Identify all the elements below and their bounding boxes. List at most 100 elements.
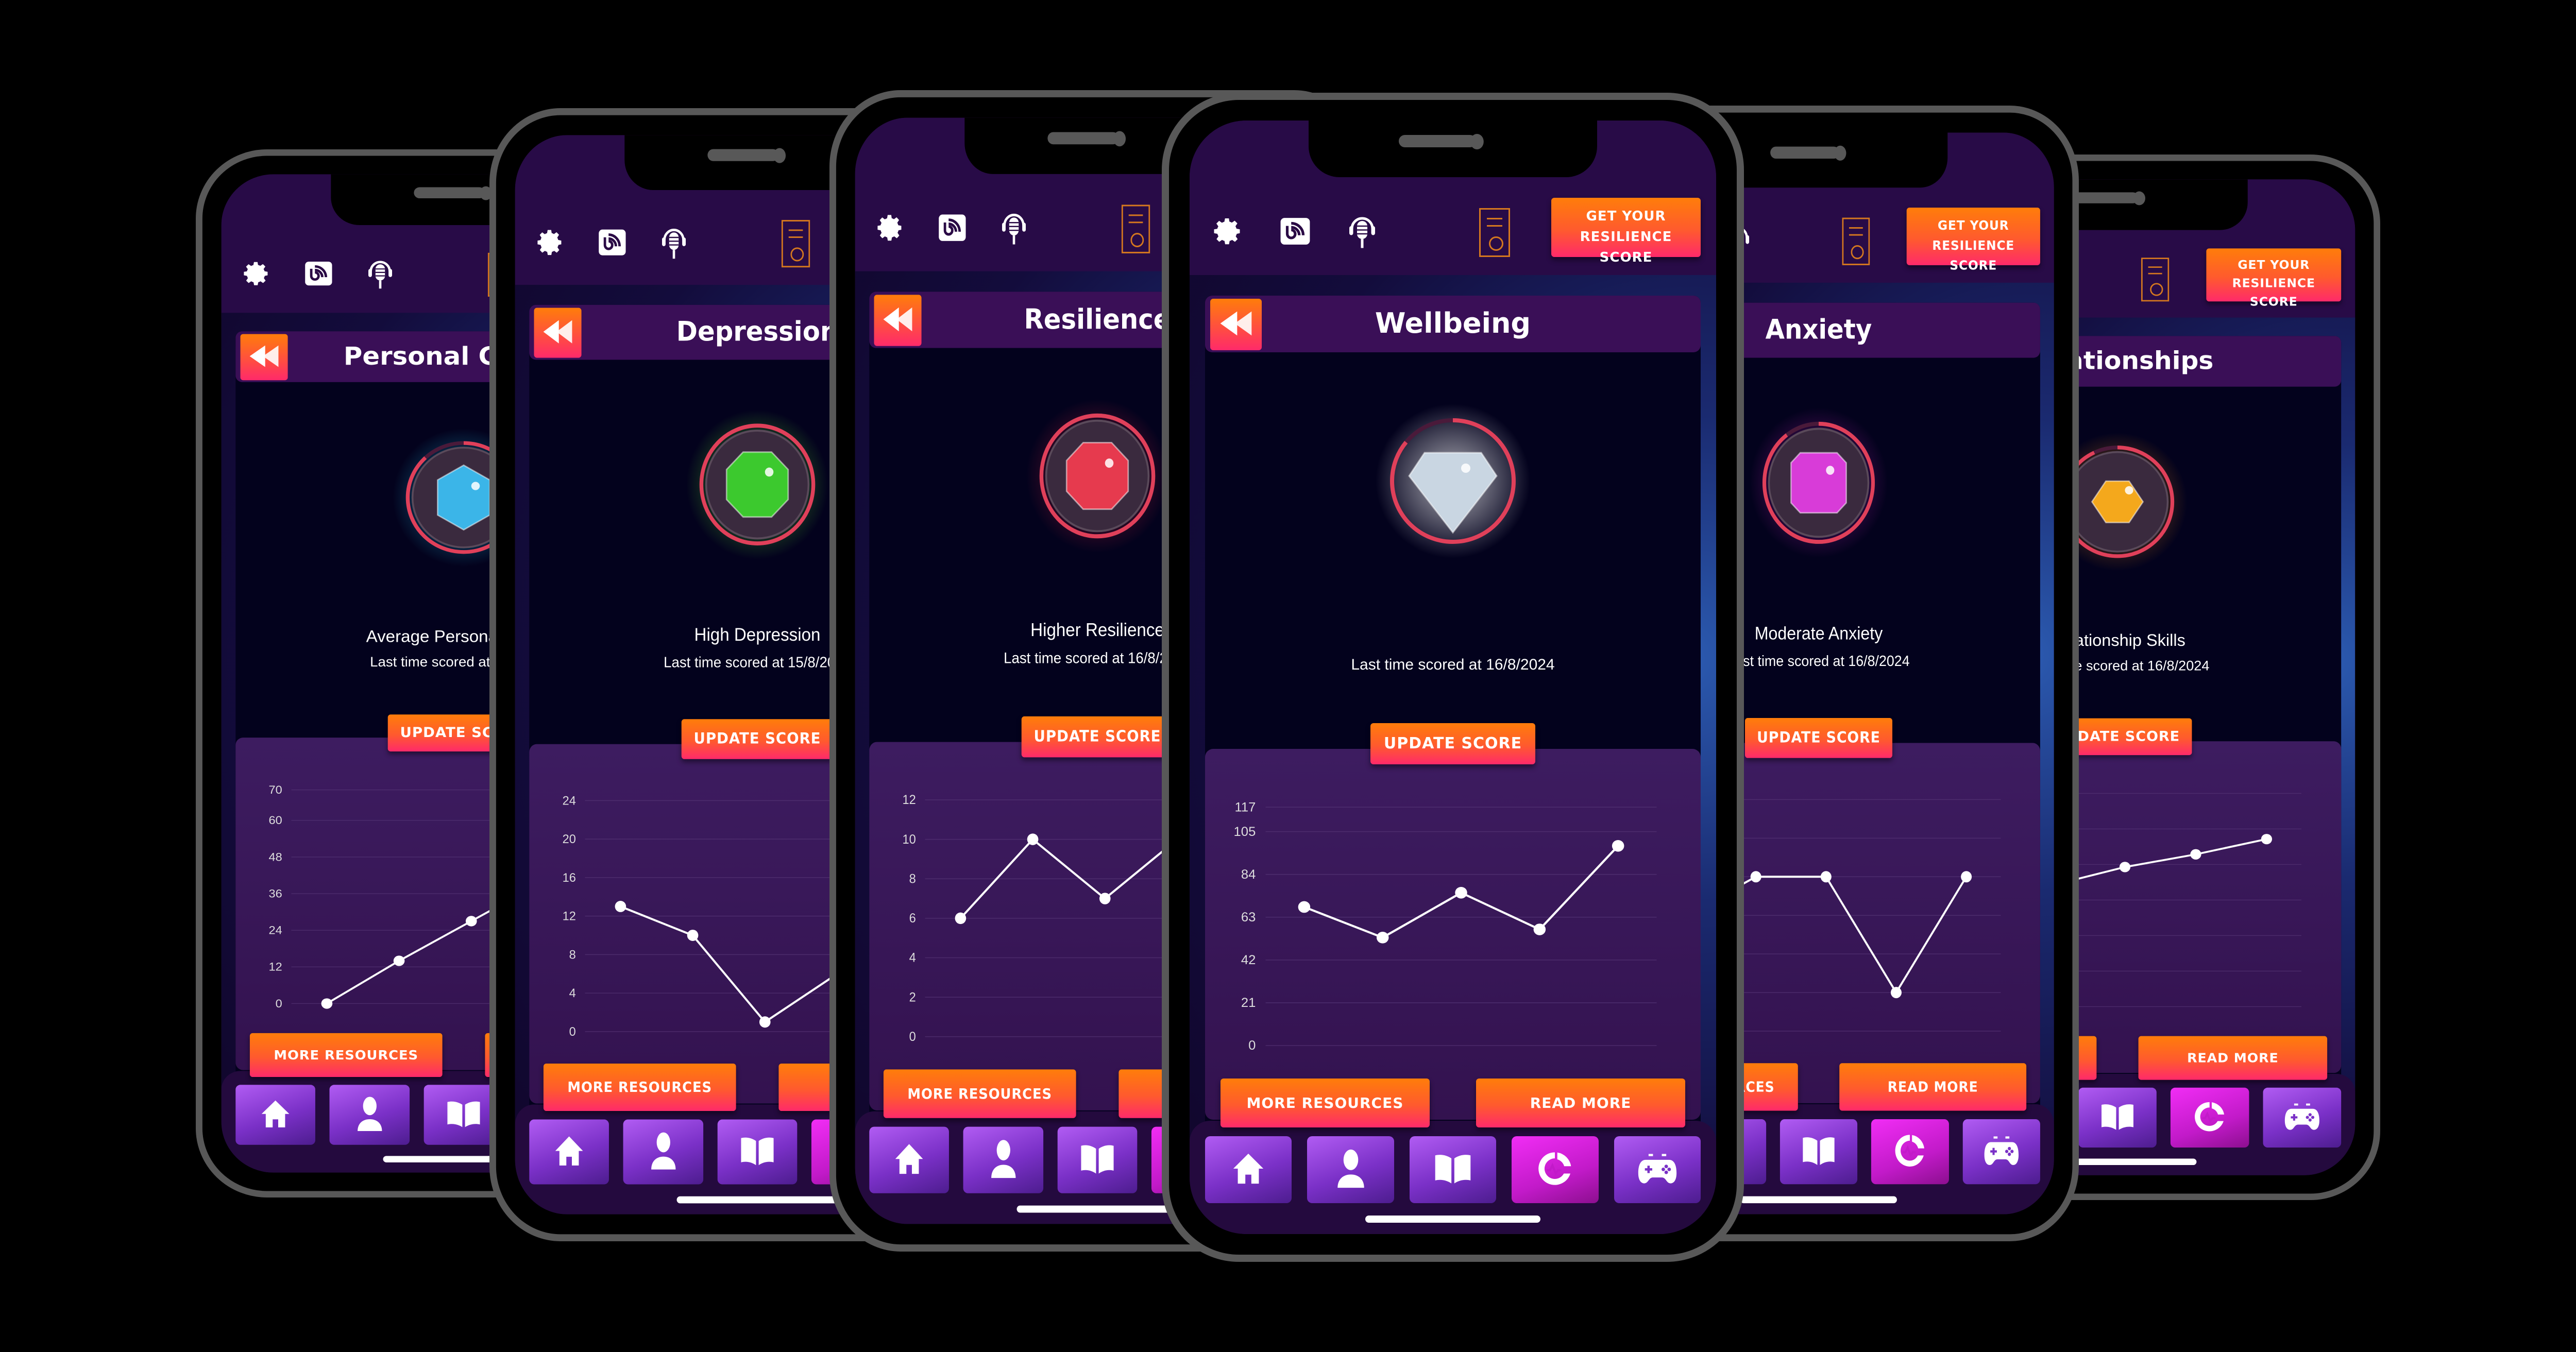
data-point[interactable] — [687, 930, 699, 942]
y-tick-label: 0 — [1248, 1039, 1256, 1053]
get-resilience-score-button[interactable]: GET YOUR RESILIENCE SCORE — [2206, 248, 2342, 309]
data-point[interactable] — [1376, 932, 1389, 944]
gem-sparkle — [1105, 458, 1114, 468]
nav-home[interactable] — [529, 1119, 609, 1185]
gem-badge — [1026, 399, 1169, 553]
data-point[interactable] — [1027, 833, 1039, 845]
more-resources-button[interactable]: MORE RESOURCES — [249, 1033, 443, 1077]
blog-rss-icon[interactable] — [936, 210, 969, 246]
data-point[interactable] — [1533, 923, 1546, 935]
data-point[interactable] — [1750, 871, 1761, 883]
gem-square — [1790, 452, 1847, 514]
certificate-icon[interactable] — [1121, 204, 1150, 253]
book-icon — [445, 1098, 483, 1132]
nav-scores[interactable] — [1512, 1136, 1599, 1203]
y-tick-label: 0 — [569, 1025, 576, 1039]
gear-icon[interactable] — [241, 258, 274, 290]
data-point[interactable] — [955, 912, 967, 925]
update-score-button[interactable]: UPDATE SCORE — [1744, 717, 1893, 758]
data-point[interactable] — [1099, 893, 1111, 904]
data-point[interactable] — [2119, 862, 2131, 872]
panel-header: Wellbeing — [1205, 296, 1701, 352]
nav-row — [1205, 1136, 1701, 1203]
nav-games[interactable] — [1962, 1119, 2040, 1185]
user-icon — [987, 1138, 1020, 1182]
y-tick-label: 6 — [909, 912, 916, 926]
nav-scores[interactable] — [2171, 1087, 2249, 1148]
nav-profile[interactable] — [623, 1119, 703, 1185]
score-panel: Wellbeing Last time scored at 16/8/2024 UP… — [1205, 296, 1701, 1140]
y-tick-label: 12 — [903, 793, 916, 808]
more-resources-button[interactable]: MORE RESOURCES — [543, 1063, 736, 1111]
gear-icon[interactable] — [1210, 213, 1246, 249]
header-icon-row — [874, 210, 1031, 246]
read-more-button[interactable]: READ MORE — [1839, 1063, 2027, 1111]
gem-badge — [686, 409, 829, 560]
nav-profile[interactable] — [1307, 1136, 1394, 1203]
home-icon — [259, 1098, 292, 1132]
certificate-icon[interactable] — [1842, 217, 1870, 265]
nav-games[interactable] — [1614, 1136, 1701, 1203]
nav-home[interactable] — [235, 1085, 316, 1145]
data-point[interactable] — [321, 998, 333, 1009]
data-point[interactable] — [1890, 987, 1902, 999]
certificate-icon[interactable] — [2141, 258, 2170, 302]
nav-library[interactable] — [2078, 1087, 2157, 1148]
nav-library[interactable] — [1780, 1119, 1858, 1185]
data-point[interactable] — [2261, 834, 2273, 845]
home-indicator — [676, 1196, 838, 1204]
get-resilience-score-button[interactable]: GET YOUR RESILIENCE SCORE — [1551, 198, 1701, 265]
data-point[interactable] — [465, 916, 477, 927]
read-more-button[interactable]: READ MORE — [2138, 1036, 2328, 1080]
data-point[interactable] — [1298, 901, 1311, 913]
gear-icon[interactable] — [534, 225, 567, 260]
blog-rss-icon[interactable] — [302, 258, 335, 290]
home-icon — [1230, 1151, 1266, 1189]
more-resources-button[interactable]: MORE RESOURCES — [1221, 1079, 1430, 1127]
nav-profile[interactable] — [963, 1126, 1043, 1193]
page-title: Wellbeing — [1375, 307, 1531, 339]
certificate-icon[interactable] — [1479, 208, 1510, 257]
nav-games[interactable] — [2263, 1087, 2342, 1148]
blog-rss-icon[interactable] — [1277, 213, 1313, 249]
camera — [1113, 131, 1126, 147]
data-point[interactable] — [1961, 871, 1972, 883]
home-indicator — [1740, 1196, 1897, 1204]
camera — [773, 148, 786, 163]
nav-library[interactable] — [717, 1119, 798, 1185]
read-more-button[interactable]: READ MORE — [1476, 1079, 1685, 1127]
data-point[interactable] — [1820, 871, 1832, 883]
nav-home[interactable] — [1205, 1136, 1292, 1203]
update-score-button[interactable]: UPDATE SCORE — [1021, 716, 1174, 758]
gear-icon[interactable] — [874, 210, 907, 246]
podcast-mic-icon[interactable] — [1344, 213, 1380, 249]
podcast-mic-icon[interactable] — [657, 225, 690, 260]
nav-scores[interactable] — [1871, 1119, 1949, 1185]
podcast-mic-icon[interactable] — [997, 210, 1030, 246]
certificate-icon[interactable] — [781, 220, 810, 268]
nav-profile[interactable] — [329, 1085, 410, 1145]
data-point[interactable] — [393, 955, 405, 966]
y-tick-label: 0 — [276, 997, 282, 1010]
get-resilience-score-button[interactable]: GET YOUR RESILIENCE SCORE — [1906, 208, 2040, 273]
y-tick-label: 4 — [909, 951, 916, 965]
nav-library[interactable] — [1409, 1136, 1497, 1203]
data-point[interactable] — [759, 1016, 771, 1028]
data-point[interactable] — [1612, 840, 1624, 852]
more-resources-button[interactable]: MORE RESOURCES — [883, 1069, 1076, 1118]
gem-sparkle — [765, 467, 774, 477]
nav-library[interactable] — [1057, 1126, 1138, 1193]
data-point[interactable] — [2190, 849, 2201, 860]
line-chart: 0 21 42 63 84 105 117 — [1234, 800, 1657, 1053]
nav-home[interactable] — [869, 1126, 950, 1193]
update-score-button[interactable]: UPDATE SCORE — [681, 719, 834, 759]
y-tick-label: 24 — [269, 923, 283, 936]
data-point[interactable] — [1455, 886, 1467, 899]
update-score-button[interactable]: UPDATE SCORE — [1370, 723, 1535, 764]
last-scored-text: Last time scored at 16/8/2024 — [1351, 656, 1555, 673]
podcast-mic-icon[interactable] — [364, 258, 397, 290]
y-tick-label: 105 — [1234, 825, 1256, 838]
data-point[interactable] — [615, 901, 626, 912]
blog-rss-icon[interactable] — [596, 225, 629, 260]
book-icon — [1432, 1151, 1473, 1189]
